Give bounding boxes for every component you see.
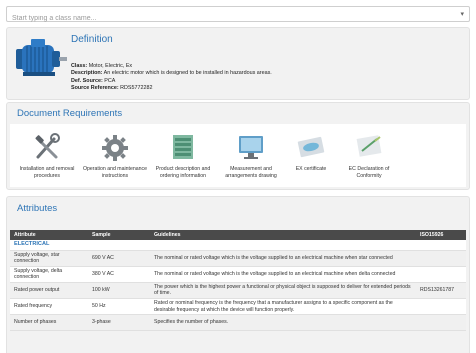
attribute-iso: [416, 314, 466, 332]
column-header-attribute[interactable]: Attribute: [10, 230, 88, 240]
doc-item-ec-declaration[interactable]: EC Declaration of Conformity: [336, 124, 402, 187]
description-value: An electric motor which is designed to b…: [103, 70, 272, 77]
attribute-name: Rated frequency: [10, 298, 88, 316]
definition-details: Class: Motor, Electric, Ex Description: …: [71, 63, 272, 93]
doc-item-label: Installation and removal procedures: [19, 166, 75, 179]
class-search-input[interactable]: [7, 11, 447, 26]
attribute-guidelines: Specifies the number of phases.: [150, 314, 416, 332]
attribute-iso: RDS13261787: [416, 282, 466, 300]
attributes-panel: Attributes Attribute Sample Guidelines I…: [6, 196, 470, 353]
attribute-sample: 100 kW: [88, 282, 150, 300]
product-document-icon: [173, 135, 193, 159]
doc-item-label: EX certificate: [295, 166, 327, 172]
doc-item-label: EC Declaration of Conformity: [348, 166, 390, 179]
attributes-table: Attribute Sample Guidelines ISO15926 ELE…: [10, 230, 466, 332]
document-requirements-panel: Document Requirements Installation and r…: [6, 102, 470, 190]
attribute-name: Supply voltage, star connection: [10, 250, 88, 267]
table-row[interactable]: Supply voltage, star connection 690 V AC…: [10, 250, 466, 267]
doc-item-ex-certificate[interactable]: EX certificate: [278, 124, 344, 187]
category-row: ELECTRICAL: [10, 240, 466, 251]
attributes-title: Attributes: [17, 203, 58, 214]
doc-item-operation[interactable]: Operation and maintenance instructions: [82, 124, 148, 187]
class-label: Class:: [71, 63, 88, 69]
attribute-iso: [416, 266, 466, 283]
drawing-monitor-icon: [239, 136, 263, 159]
description-label: Description:: [71, 70, 103, 77]
attribute-iso: [416, 250, 466, 267]
doc-item-product-description[interactable]: Product description and ordering informa…: [150, 124, 216, 187]
attribute-name: Supply voltage, delta connection: [10, 266, 88, 283]
attribute-name: Rated power output: [10, 282, 88, 300]
column-header-sample[interactable]: Sample: [88, 230, 150, 240]
doc-item-label: Measurement and arrangements drawing: [225, 166, 277, 179]
attribute-sample: 380 V AC: [88, 266, 150, 283]
certificate-icon: [297, 136, 325, 158]
declaration-document-icon: [356, 135, 382, 157]
source-reference-label: Source Reference:: [71, 85, 119, 92]
category-label: ELECTRICAL: [10, 240, 466, 251]
gear-icon: [102, 135, 128, 161]
definition-panel: Definition Class: Motor, Electric, Ex De…: [6, 27, 470, 100]
chevron-down-icon[interactable]: ▾: [460, 10, 464, 18]
source-reference-value: RDS5772282: [120, 85, 153, 92]
attribute-guidelines: The nominal or rated voltage which is th…: [150, 250, 416, 267]
doc-item-installation[interactable]: Installation and removal procedures: [14, 124, 80, 187]
class-value: Motor, Electric, Ex: [88, 63, 133, 69]
doc-item-label: Product description and ordering informa…: [155, 166, 211, 179]
attribute-sample: 690 V AC: [88, 250, 150, 267]
document-requirements-list: Installation and removal procedures Oper…: [10, 124, 466, 187]
def-source-value: PCA: [104, 77, 116, 84]
column-header-guidelines[interactable]: Guidelines: [150, 230, 416, 240]
table-row[interactable]: Rated frequency 50 Hz Rated or nominal f…: [10, 298, 466, 316]
attribute-guidelines: The nominal or rated voltage which is th…: [150, 266, 416, 283]
table-header-row: Attribute Sample Guidelines ISO15926: [10, 230, 466, 240]
tools-icon: [35, 133, 60, 159]
attribute-sample: 50 Hz: [88, 298, 150, 316]
doc-item-measurement-drawing[interactable]: Measurement and arrangements drawing: [218, 124, 284, 187]
definition-title: Definition: [71, 34, 113, 45]
table-row[interactable]: Rated power output 100 kW The power whic…: [10, 282, 466, 300]
attribute-iso: [416, 298, 466, 316]
attribute-name: Number of phases: [10, 314, 88, 332]
def-source-label: Def. Source:: [71, 77, 103, 84]
table-row[interactable]: Supply voltage, delta connection 380 V A…: [10, 266, 466, 283]
document-requirements-title: Document Requirements: [17, 108, 123, 119]
doc-item-label: Operation and maintenance instructions: [82, 166, 148, 179]
electric-motor-image: [16, 39, 67, 76]
attribute-guidelines: The power which is the highest power a f…: [150, 282, 416, 300]
class-search-box[interactable]: ▾: [6, 6, 470, 26]
attribute-guidelines: Rated or nominal frequency is the freque…: [150, 298, 416, 316]
attribute-sample: 3-phase: [88, 314, 150, 332]
column-header-iso15926[interactable]: ISO15926: [416, 230, 466, 240]
table-row[interactable]: Number of phases 3-phase Specifies the n…: [10, 314, 466, 332]
